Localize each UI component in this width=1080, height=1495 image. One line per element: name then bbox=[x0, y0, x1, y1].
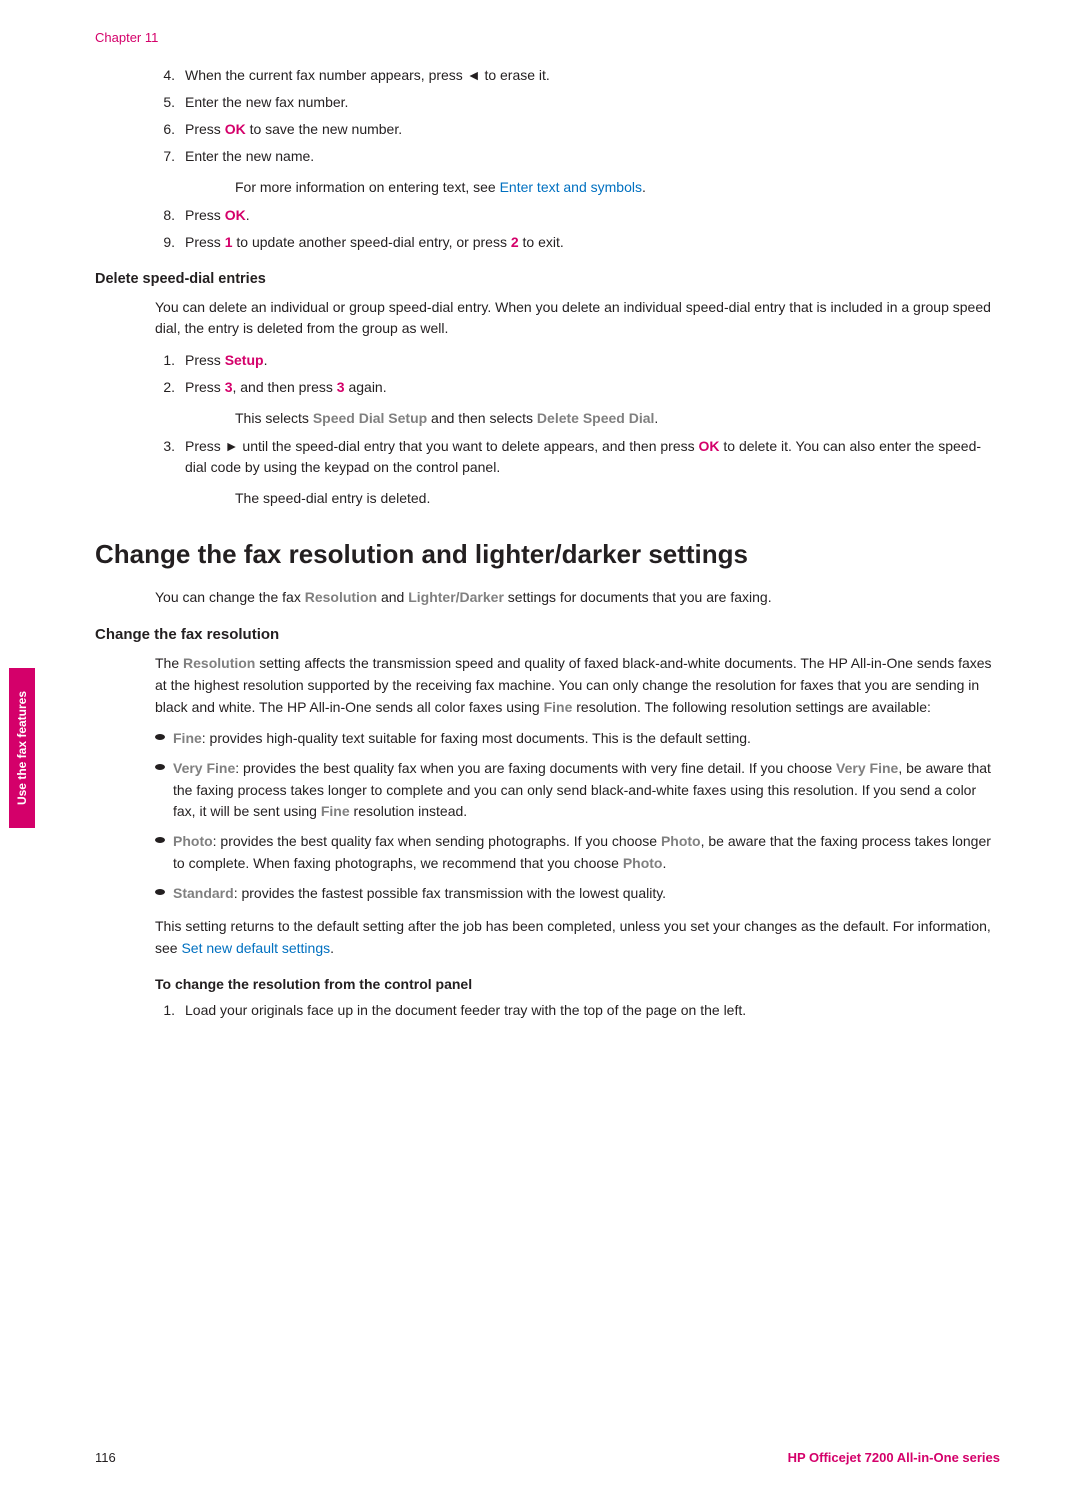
resolution-highlight: Resolution bbox=[183, 655, 255, 671]
step-num: 4. bbox=[155, 65, 175, 86]
step-num: 1. bbox=[155, 350, 175, 371]
step-text: Press 3, and then press 3 again. bbox=[185, 377, 387, 398]
bullet-text: Photo: provides the best quality fax whe… bbox=[173, 831, 1000, 874]
bullet-dot bbox=[155, 837, 165, 843]
list-item: 7. Enter the new name. bbox=[155, 146, 1000, 167]
main-intro: You can change the fax Resolution and Li… bbox=[155, 587, 1000, 609]
bullet-item-veryfine: Very Fine: provides the best quality fax… bbox=[155, 758, 1000, 823]
step2-subtext: This selects Speed Dial Setup and then s… bbox=[235, 408, 1000, 430]
delete-step3: 3. Press ► until the speed-dial entry th… bbox=[155, 436, 1000, 478]
list-item: 5. Enter the new fax number. bbox=[155, 92, 1000, 113]
num-bold: 1 bbox=[225, 234, 233, 250]
resolution-bullets: Fine: provides high-quality text suitabl… bbox=[155, 728, 1000, 904]
list-item: 4. When the current fax number appears, … bbox=[155, 65, 1000, 86]
step-text: Enter the new name. bbox=[185, 146, 314, 167]
bullet-item-standard: Standard: provides the fastest possible … bbox=[155, 883, 1000, 905]
delete-section-body: You can delete an individual or group sp… bbox=[155, 297, 1000, 340]
step-num: 8. bbox=[155, 205, 175, 226]
step-text: Press ► until the speed-dial entry that … bbox=[185, 436, 1000, 478]
bullet-text: Very Fine: provides the best quality fax… bbox=[173, 758, 1000, 823]
bullet-text: Standard: provides the fastest possible … bbox=[173, 883, 666, 905]
step-text: When the current fax number appears, pre… bbox=[185, 65, 550, 86]
bullet-dot bbox=[155, 764, 165, 770]
num-bold: 3 bbox=[337, 379, 345, 395]
step-num: 9. bbox=[155, 232, 175, 253]
step-text: Press OK. bbox=[185, 205, 250, 226]
bullet-item-photo: Photo: provides the best quality fax whe… bbox=[155, 831, 1000, 874]
step-text: Load your originals face up in the docum… bbox=[185, 1000, 746, 1021]
chapter-label: Chapter 11 bbox=[95, 30, 1000, 45]
num-bold: 3 bbox=[225, 379, 233, 395]
lighter-darker-highlight: Lighter/Darker bbox=[408, 589, 504, 605]
step-num: 7. bbox=[155, 146, 175, 167]
fine-inline: Fine bbox=[321, 803, 350, 819]
setup-highlight: Setup bbox=[225, 352, 264, 368]
step-text: Press 1 to update another speed-dial ent… bbox=[185, 232, 564, 253]
bullet-text: Fine: provides high-quality text suitabl… bbox=[173, 728, 751, 750]
list-item: 1. Press Setup. bbox=[155, 350, 1000, 371]
bullet-dot bbox=[155, 889, 165, 895]
default-setting-body: This setting returns to the default sett… bbox=[155, 916, 1000, 959]
list-item: 8. Press OK. bbox=[155, 205, 1000, 226]
top-steps-list: 4. When the current fax number appears, … bbox=[155, 65, 1000, 167]
ok-highlight: OK bbox=[225, 121, 246, 137]
steps-8-9: 8. Press OK. 9. Press 1 to update anothe… bbox=[155, 205, 1000, 253]
veryfine-inline: Very Fine bbox=[836, 760, 898, 776]
photo-inline: Photo bbox=[661, 833, 701, 849]
step-num: 6. bbox=[155, 119, 175, 140]
ok-highlight: OK bbox=[225, 207, 246, 223]
step-text: Press OK to save the new number. bbox=[185, 119, 402, 140]
page-footer: 116 HP Officejet 7200 All-in-One series bbox=[0, 1450, 1080, 1465]
fine-highlight: Fine bbox=[544, 699, 573, 715]
step7-subtext: For more information on entering text, s… bbox=[235, 177, 1000, 199]
num-bold: 2 bbox=[511, 234, 519, 250]
list-item: 2. Press 3, and then press 3 again. bbox=[155, 377, 1000, 398]
main-heading: Change the fax resolution and lighter/da… bbox=[95, 539, 1000, 570]
step-num: 2. bbox=[155, 377, 175, 398]
list-item: 9. Press 1 to update another speed-dial … bbox=[155, 232, 1000, 253]
standard-label: Standard bbox=[173, 885, 234, 901]
step-text: Press Setup. bbox=[185, 350, 267, 371]
step-num: 5. bbox=[155, 92, 175, 113]
footer-brand: HP Officejet 7200 All-in-One series bbox=[788, 1450, 1000, 1465]
resolution-highlight: Resolution bbox=[305, 589, 377, 605]
sub-heading-fax-resolution: Change the fax resolution bbox=[95, 626, 1000, 643]
bullet-item-fine: Fine: provides high-quality text suitabl… bbox=[155, 728, 1000, 750]
ok-highlight: OK bbox=[699, 438, 720, 454]
resolution-body: The Resolution setting affects the trans… bbox=[155, 653, 1000, 718]
speed-dial-setup: Speed Dial Setup bbox=[313, 410, 427, 426]
page-container: Use the fax features Chapter 11 4. When … bbox=[0, 0, 1080, 1495]
step3-subtext: The speed-dial entry is deleted. bbox=[235, 488, 1000, 510]
photo-inline2: Photo bbox=[623, 855, 663, 871]
list-item: 6. Press OK to save the new number. bbox=[155, 119, 1000, 140]
side-tab: Use the fax features bbox=[9, 668, 35, 828]
veryfine-label: Very Fine bbox=[173, 760, 235, 776]
list-item: 3. Press ► until the speed-dial entry th… bbox=[155, 436, 1000, 478]
control-panel-heading: To change the resolution from the contro… bbox=[155, 976, 1000, 992]
enter-text-link[interactable]: Enter text and symbols bbox=[500, 179, 642, 195]
delete-steps: 1. Press Setup. 2. Press 3, and then pre… bbox=[155, 350, 1000, 398]
delete-speed-dial: Delete Speed Dial bbox=[537, 410, 655, 426]
control-panel-steps: 1. Load your originals face up in the do… bbox=[155, 1000, 1000, 1021]
bullet-dot bbox=[155, 734, 165, 740]
step-num: 1. bbox=[155, 1000, 175, 1021]
set-default-link[interactable]: Set new default settings bbox=[181, 940, 330, 956]
step-text: Enter the new fax number. bbox=[185, 92, 348, 113]
delete-section-heading: Delete speed-dial entries bbox=[95, 271, 1000, 287]
step-num: 3. bbox=[155, 436, 175, 478]
list-item: 1. Load your originals face up in the do… bbox=[155, 1000, 1000, 1021]
footer-page-num: 116 bbox=[95, 1450, 116, 1465]
photo-label: Photo bbox=[173, 833, 213, 849]
fine-label: Fine bbox=[173, 730, 202, 746]
